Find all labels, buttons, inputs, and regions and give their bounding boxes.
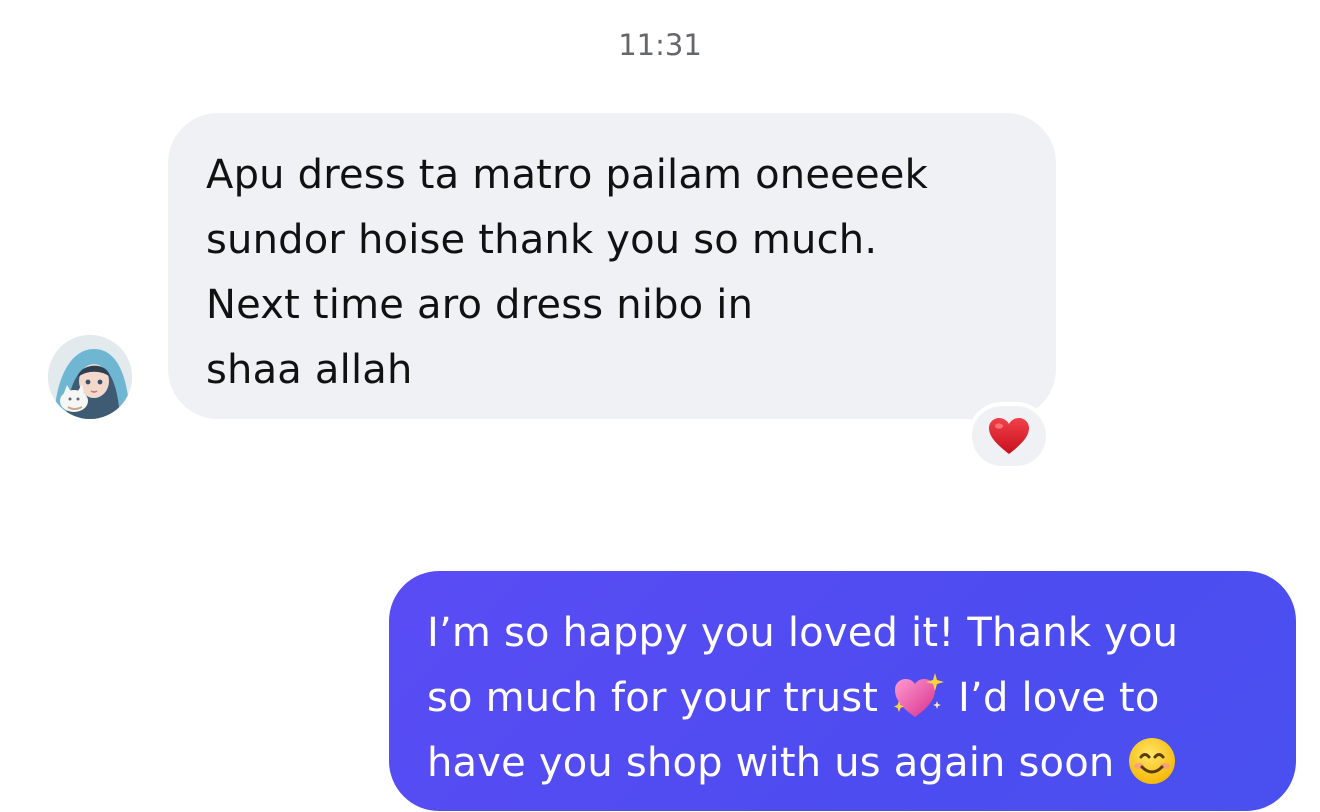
outgoing-message-text: have you shop with us again soon <box>427 740 1115 786</box>
incoming-message-line: Next time aro dress nibo in <box>206 282 754 328</box>
incoming-message-line: shaa allah <box>206 347 413 393</box>
outgoing-message-line: so much for your trust I’d love to <box>427 666 1276 731</box>
outgoing-message-text: so much for your trust <box>427 675 879 721</box>
incoming-message-bubble[interactable]: Apu dress ta matro pailam oneeeek sundor… <box>168 113 1056 419</box>
outgoing-message-line: I’m so happy you loved it! Thank you <box>427 610 1179 656</box>
heart-reaction[interactable] <box>968 402 1050 470</box>
avatar-illustration-icon <box>48 335 132 419</box>
sparkling-heart-emoji-icon <box>894 673 945 717</box>
smiling-face-emoji-icon <box>1129 738 1176 784</box>
message-timestamp: 11:31 <box>618 28 702 62</box>
heart-emoji-icon <box>989 418 1029 454</box>
outgoing-message-bubble[interactable]: I’m so happy you loved it! Thank you so … <box>389 571 1296 811</box>
contact-avatar[interactable] <box>48 335 132 419</box>
incoming-message-line: sundor hoise thank you so much. <box>206 217 878 263</box>
outgoing-message-line: have you shop with us again soon <box>427 731 1276 796</box>
incoming-message-line: Apu dress ta matro pailam oneeeek <box>206 152 928 198</box>
outgoing-message-text: I’d love to <box>958 675 1160 721</box>
